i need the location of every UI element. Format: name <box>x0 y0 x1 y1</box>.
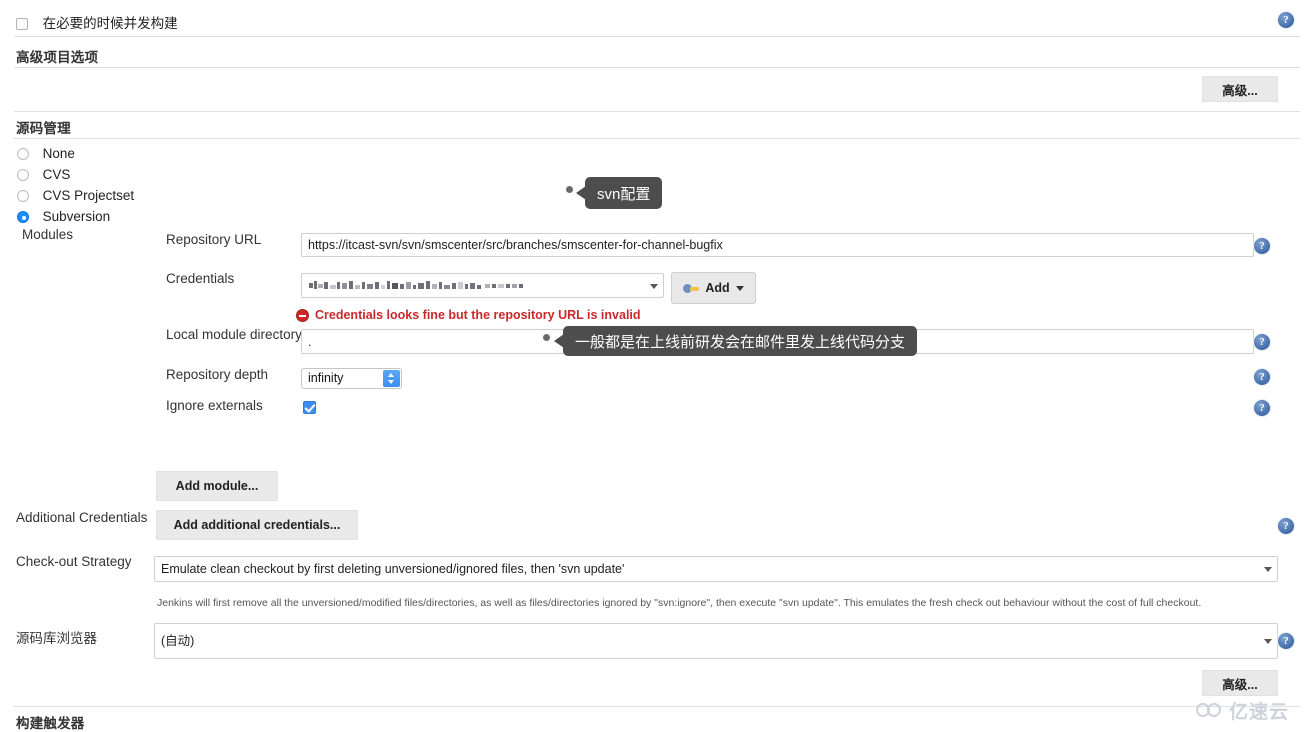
ignore-externals-label: Ignore externals <box>166 398 263 413</box>
help-icon-local-module-directory[interactable] <box>1254 334 1270 350</box>
help-icon-concurrent-build[interactable] <box>1278 12 1294 28</box>
key-icon <box>683 283 700 294</box>
modules-label: Modules <box>22 227 74 242</box>
watermark-text: 亿速云 <box>1229 702 1290 723</box>
radio-subversion[interactable] <box>17 211 29 223</box>
chevron-down-icon-add <box>735 285 744 291</box>
scm-option-none-label: None <box>42 146 75 161</box>
checkout-strategy-hint: Jenkins will first remove all the unvers… <box>157 597 1202 609</box>
repository-depth-value: infinity <box>308 371 344 385</box>
advanced-project-button[interactable]: 高级... <box>1202 76 1278 102</box>
scm-advanced-button[interactable]: 高级... <box>1202 670 1278 696</box>
help-icon-ignore-externals[interactable] <box>1254 400 1270 416</box>
credentials-select[interactable] <box>301 273 664 298</box>
chevron-down-icon-checkout-strategy <box>1264 567 1272 572</box>
callout-arrow-1 <box>576 186 586 200</box>
advanced-project-options-title: 高级项目选项 <box>16 50 99 65</box>
checkout-strategy-value: Emulate clean checkout by first deleting… <box>161 562 625 576</box>
watermark: 亿速云 <box>1196 697 1289 724</box>
concurrent-build-checkbox[interactable] <box>16 18 28 30</box>
callout-dot-2 <box>543 334 550 341</box>
add-module-button[interactable]: Add module... <box>156 471 278 501</box>
credentials-redacted-pixels <box>309 281 523 289</box>
scm-option-subversion-label: Subversion <box>42 209 111 224</box>
add-additional-credentials-button[interactable]: Add additional credentials... <box>156 510 358 540</box>
help-icon-repository-url[interactable] <box>1254 238 1270 254</box>
repository-browser-label: 源码库浏览器 <box>16 631 97 646</box>
callout-dot-1 <box>566 186 573 193</box>
build-triggers-title: 构建触发器 <box>16 716 85 731</box>
repository-depth-label: Repository depth <box>166 367 269 382</box>
add-credentials-label: Add <box>705 281 730 295</box>
cloud-logo-icon <box>1196 702 1224 719</box>
local-module-directory-label: Local module directory <box>166 327 302 342</box>
scm-section-title: 源码管理 <box>16 121 71 136</box>
scm-option-cvs-projectset-label: CVS Projectset <box>42 188 135 203</box>
radio-cvs-projectset[interactable] <box>17 190 29 202</box>
jenkins-job-config-page: 在必要的时候并发构建 高级项目选项 高级... 源码管理 None CVS CV… <box>0 0 1306 731</box>
concurrent-build-row[interactable]: 在必要的时候并发构建 <box>16 12 178 32</box>
radio-cvs[interactable] <box>17 169 29 181</box>
checkout-strategy-select[interactable]: Emulate clean checkout by first deleting… <box>154 556 1278 582</box>
scm-option-subversion[interactable]: Subversion <box>17 209 110 224</box>
help-icon-repository-browser[interactable] <box>1278 633 1294 649</box>
scm-option-cvs[interactable]: CVS <box>17 167 70 182</box>
chevron-down-icon-repository-browser <box>1264 639 1272 644</box>
checkout-strategy-label: Check-out Strategy <box>16 554 132 569</box>
credentials-error: Credentials looks fine but the repositor… <box>296 308 641 322</box>
callout-arrow-2 <box>554 334 564 348</box>
stepper-icon[interactable] <box>383 370 400 387</box>
help-icon-repository-depth[interactable] <box>1254 369 1270 385</box>
annotation-callout-svn-config-text: svn配置 <box>597 185 651 203</box>
scm-option-cvs-projectset[interactable]: CVS Projectset <box>17 188 134 203</box>
repository-url-label: Repository URL <box>166 232 262 247</box>
radio-none[interactable] <box>17 148 29 160</box>
annotation-callout-branch-note: 一般都是在上线前研发会在邮件里发上线代码分支 <box>554 326 918 356</box>
annotation-callout-branch-note-text: 一般都是在上线前研发会在邮件里发上线代码分支 <box>575 333 906 351</box>
chevron-down-icon-credentials <box>650 283 658 289</box>
concurrent-build-label: 在必要的时候并发构建 <box>42 16 178 31</box>
scm-option-cvs-label: CVS <box>42 167 71 182</box>
credentials-label: Credentials <box>166 271 235 286</box>
annotation-callout-svn-config: svn配置 <box>576 177 663 209</box>
repository-url-input[interactable] <box>301 233 1254 257</box>
repository-browser-select[interactable]: (自动) <box>154 623 1278 659</box>
repository-depth-select[interactable]: infinity <box>301 368 402 389</box>
additional-credentials-label: Additional Credentials <box>16 510 148 525</box>
repository-browser-value: (自动) <box>161 634 195 648</box>
error-circle-icon <box>296 309 309 322</box>
add-credentials-button[interactable]: Add <box>671 272 756 304</box>
scm-option-none[interactable]: None <box>17 146 75 161</box>
credentials-error-text: Credentials looks fine but the repositor… <box>315 308 641 322</box>
help-icon-additional-credentials[interactable] <box>1278 518 1294 534</box>
ignore-externals-checkbox[interactable] <box>303 401 316 414</box>
